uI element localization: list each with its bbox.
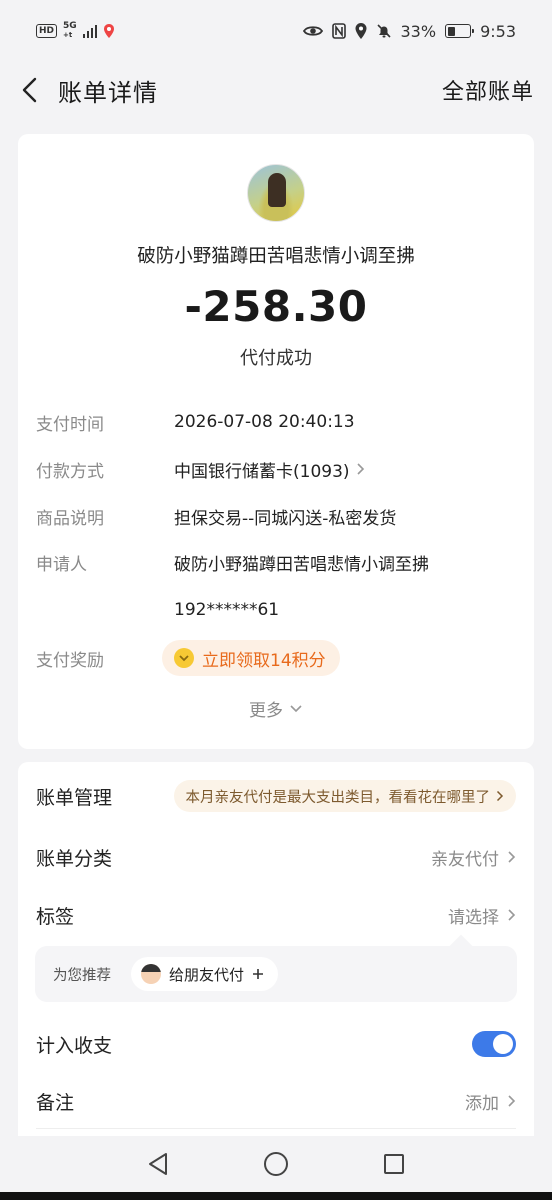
chevron-down-icon bbox=[290, 704, 302, 712]
category-row[interactable]: 账单分类 亲友代付 bbox=[36, 837, 516, 877]
clock: 9:53 bbox=[480, 21, 516, 41]
merchant-name: 破防小野猫蹲田苦唱悲情小调至拂 bbox=[137, 246, 415, 267]
chevron-right-icon bbox=[496, 790, 504, 802]
detail-label: 付款方式 bbox=[36, 461, 104, 482]
applicant-phone: 192******61 bbox=[174, 600, 280, 620]
home-circle-icon[interactable] bbox=[263, 1151, 289, 1177]
bill-manage-card: 账单管理 本月亲友代付是最大支出类目，看看花在哪里了 账单分类 亲友代付 标签 … bbox=[18, 762, 534, 1142]
spending-insight-text: 本月亲友代付是最大支出类目，看看花在哪里了 bbox=[185, 789, 491, 806]
status-right: 33% 9:53 bbox=[302, 21, 516, 41]
system-nav-bar bbox=[0, 1136, 552, 1192]
chevron-left-icon bbox=[22, 77, 37, 103]
detail-label: 申请人 bbox=[36, 554, 87, 575]
recent-apps-icon[interactable] bbox=[382, 1152, 406, 1176]
include-in-stats-label: 计入收支 bbox=[36, 1034, 113, 1057]
network-type: 5G +t bbox=[63, 22, 77, 40]
face-emoji-icon bbox=[141, 964, 161, 984]
tag-label: 标签 bbox=[36, 905, 75, 928]
detail-value: 担保交易--同城闪送-私密发货 bbox=[174, 508, 397, 529]
chevron-right-icon bbox=[508, 851, 516, 863]
all-bills-link[interactable]: 全部账单 bbox=[442, 74, 534, 106]
recommend-label: 为您推荐 bbox=[53, 967, 111, 984]
coin-icon bbox=[174, 648, 194, 668]
bill-amount: -258.30 bbox=[184, 282, 368, 331]
eye-icon bbox=[302, 26, 323, 36]
network-sub-label: +t bbox=[63, 31, 73, 39]
bill-status: 代付成功 bbox=[240, 348, 312, 369]
bill-manage-row: 账单管理 本月亲友代付是最大支出类目，看看花在哪里了 bbox=[36, 776, 516, 816]
more-label: 更多 bbox=[249, 701, 283, 721]
battery-icon bbox=[445, 24, 475, 38]
divider bbox=[36, 1128, 516, 1129]
detail-label: 支付时间 bbox=[36, 414, 104, 435]
nfc-icon bbox=[331, 23, 346, 39]
detail-value: 中国银行储蓄卡(1093) bbox=[174, 461, 350, 482]
note-value-wrap: 添加 bbox=[465, 1089, 516, 1114]
include-in-stats-row: 计入收支 bbox=[36, 1024, 516, 1064]
nav-header: 账单详情 全部账单 bbox=[0, 62, 552, 118]
bill-detail-card: 破防小野猫蹲田苦唱悲情小调至拂 -258.30 代付成功 支付时间 2026-0… bbox=[18, 134, 534, 749]
merchant-avatar[interactable] bbox=[247, 164, 305, 222]
bell-off-icon bbox=[376, 24, 391, 38]
bottom-edge bbox=[0, 1192, 552, 1200]
network-label: 5G bbox=[63, 21, 77, 31]
signal-icon bbox=[82, 24, 98, 38]
detail-row-payment-method[interactable]: 付款方式 中国银行储蓄卡(1093) bbox=[36, 454, 366, 484]
status-left: HD 5G +t bbox=[36, 22, 115, 40]
detail-row-reward: 支付奖励 立即领取14积分 bbox=[36, 640, 340, 676]
chevron-right-icon bbox=[356, 463, 364, 475]
detail-row-goods: 商品说明 担保交易--同城闪送-私密发货 bbox=[36, 501, 396, 531]
tag-row[interactable]: 标签 请选择 bbox=[36, 895, 516, 935]
tag-value: 请选择 bbox=[448, 907, 499, 928]
claim-points-label: 立即领取14积分 bbox=[202, 650, 326, 671]
detail-row-pay-time: 支付时间 2026-07-08 20:40:13 bbox=[36, 407, 355, 437]
detail-row-applicant: 申请人 破防小野猫蹲田苦唱悲情小调至拂 bbox=[36, 547, 429, 577]
page-title: 账单详情 bbox=[58, 78, 158, 107]
plus-icon bbox=[253, 969, 264, 979]
tag-value-wrap: 请选择 bbox=[448, 903, 516, 928]
category-value: 亲友代付 bbox=[431, 849, 499, 870]
tag-recommend-box: 为您推荐 给朋友代付 bbox=[35, 946, 517, 1002]
include-in-stats-toggle[interactable] bbox=[472, 1031, 516, 1057]
note-row[interactable]: 备注 添加 bbox=[36, 1081, 516, 1121]
spending-insight-pill[interactable]: 本月亲友代付是最大支出类目，看看花在哪里了 bbox=[173, 780, 516, 812]
back-button[interactable] bbox=[18, 76, 40, 104]
recommend-tag-chip[interactable]: 给朋友代付 bbox=[131, 957, 279, 991]
nav-left: 账单详情 bbox=[18, 73, 158, 108]
claim-points-button[interactable]: 立即领取14积分 bbox=[162, 640, 340, 676]
back-triangle-icon[interactable] bbox=[146, 1151, 170, 1177]
battery-percent: 33% bbox=[400, 21, 437, 41]
detail-value-wrap[interactable]: 中国银行储蓄卡(1093) bbox=[174, 457, 366, 482]
reward-label: 支付奖励 bbox=[36, 650, 104, 671]
chevron-right-icon bbox=[508, 1095, 516, 1107]
more-button[interactable]: 更多 bbox=[18, 696, 534, 721]
note-value: 添加 bbox=[465, 1093, 499, 1114]
recommend-tag-label: 给朋友代付 bbox=[169, 965, 245, 984]
hd-badge: HD bbox=[36, 24, 58, 38]
bill-manage-label: 账单管理 bbox=[36, 786, 113, 809]
location-icon bbox=[355, 23, 366, 39]
detail-value: 2026-07-08 20:40:13 bbox=[174, 412, 355, 432]
category-label: 账单分类 bbox=[36, 847, 113, 870]
note-label: 备注 bbox=[36, 1091, 75, 1114]
status-bar: HD 5G +t 33% 9:53 bbox=[0, 0, 552, 62]
category-value-wrap: 亲友代付 bbox=[431, 845, 516, 870]
detail-row-applicant-phone: 192******61 bbox=[36, 595, 279, 625]
detail-label: 商品说明 bbox=[36, 508, 104, 529]
chevron-right-icon bbox=[508, 909, 516, 921]
detail-value: 破防小野猫蹲田苦唱悲情小调至拂 bbox=[174, 554, 429, 575]
map-pin-icon bbox=[104, 24, 115, 38]
